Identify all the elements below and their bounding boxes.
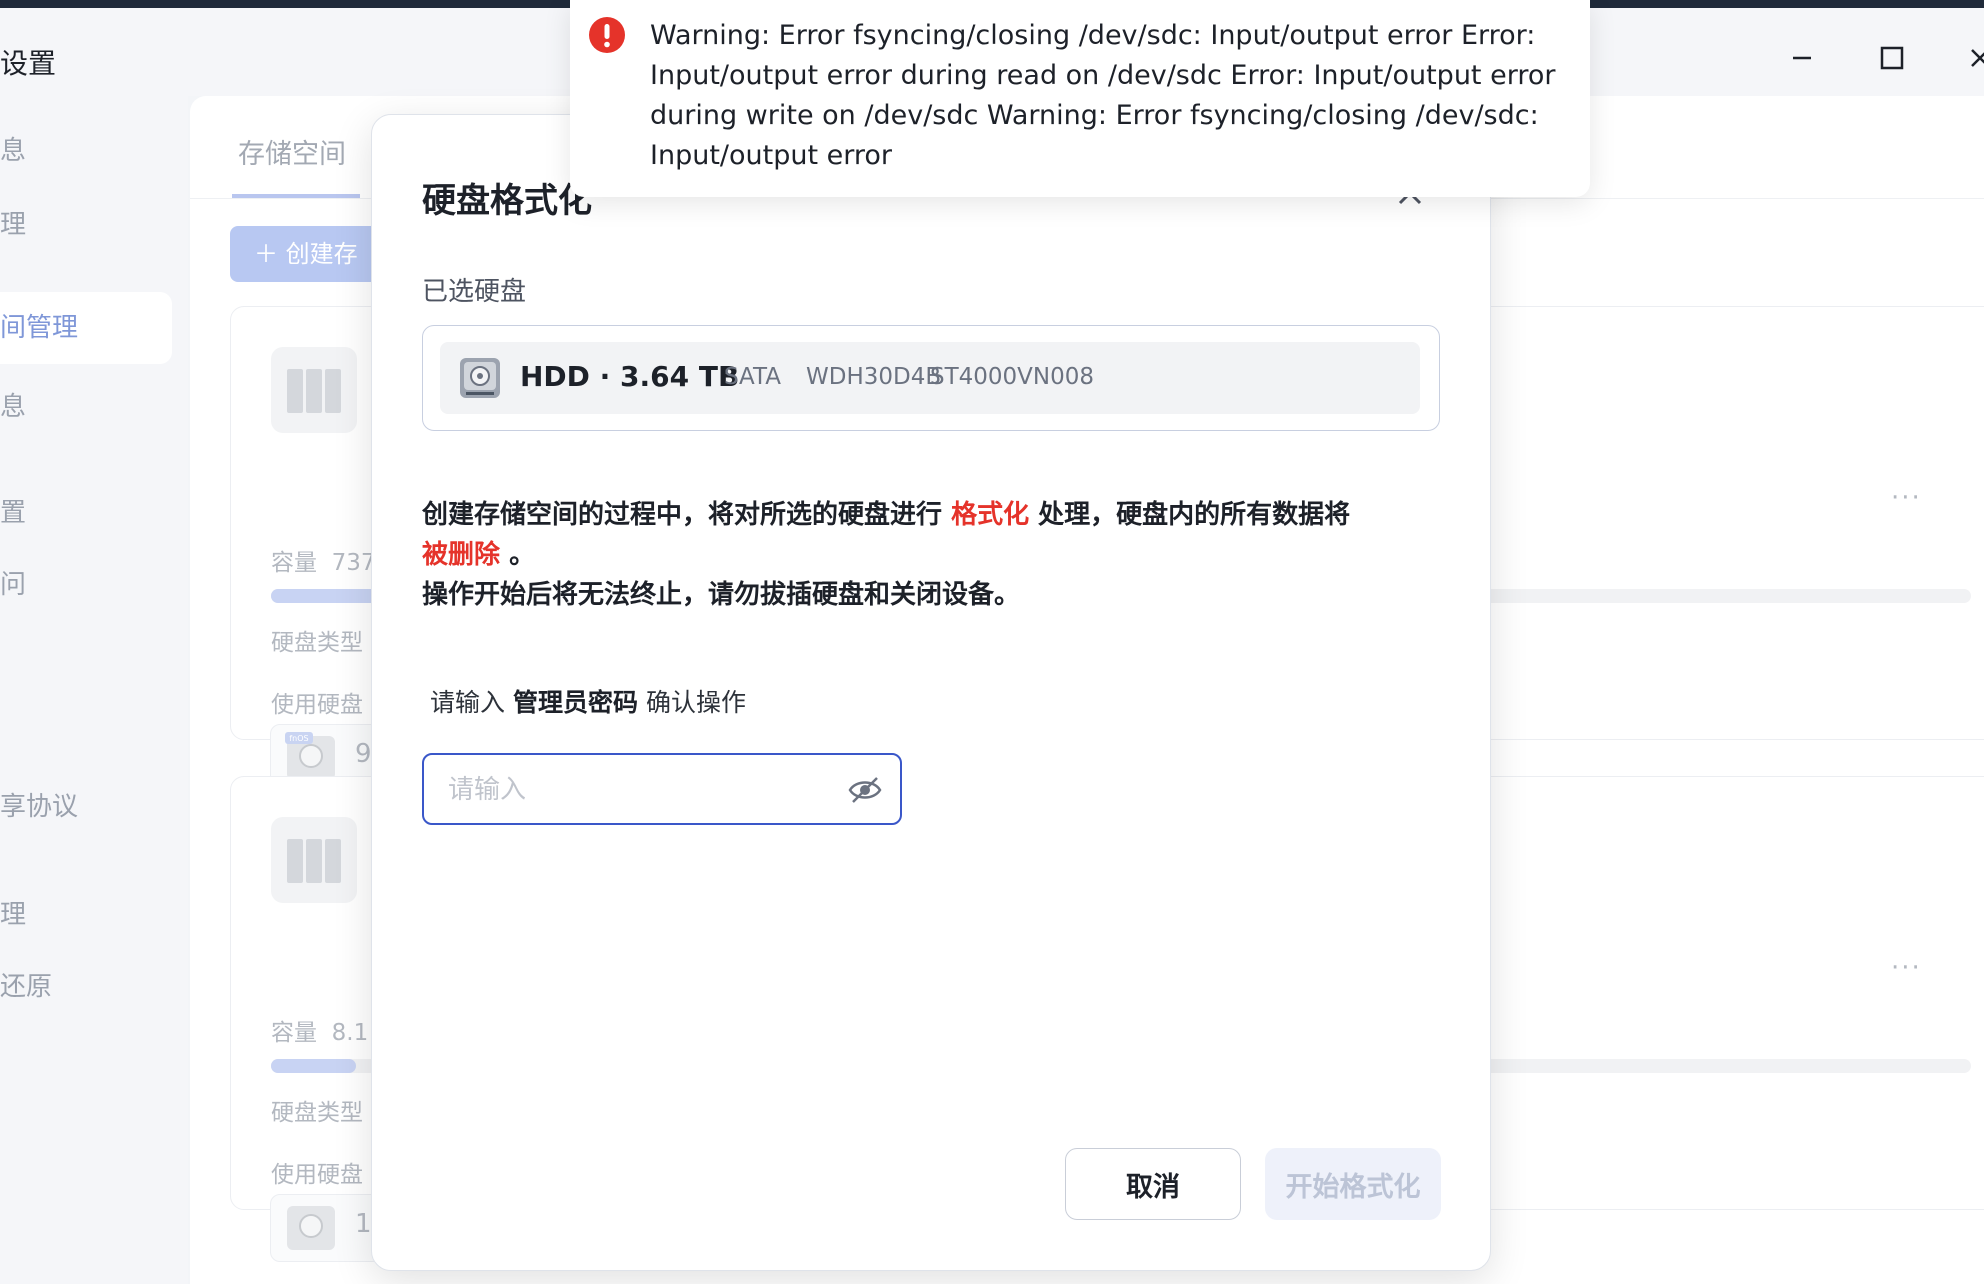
maximize-icon (1880, 46, 1904, 70)
capacity-bar-fill (271, 1059, 356, 1073)
sidebar-item-manage-2[interactable]: 理 (0, 894, 26, 931)
minimize-button[interactable] (1782, 38, 1822, 78)
selected-disk-box: HDD · 3.64 TB SATA WDH30D4B ST4000VN008 (422, 325, 1440, 431)
tab-storage-space[interactable]: 存储空间 (238, 132, 346, 171)
sidebar-item-info-2[interactable]: 息 (0, 386, 26, 423)
minimize-icon (1793, 56, 1811, 60)
used-disk-label: 使用硬盘 (271, 692, 363, 718)
password-input[interactable] (446, 767, 830, 813)
disk-type-label: 硬盘类型 (271, 630, 363, 656)
close-icon (1971, 49, 1984, 67)
disk-type-label: 硬盘类型 (271, 1100, 363, 1126)
plus-icon: ＋ (254, 240, 286, 268)
error-toast: Warning: Error fsyncing/closing /dev/sdc… (570, 0, 1590, 197)
storage-pool-icon (271, 817, 357, 903)
disk-interface: SATA (724, 364, 781, 390)
more-options-button[interactable]: ··· (1891, 953, 1922, 983)
capacity-label: 容量 8.1 (271, 1020, 369, 1046)
window-title: 设置 (0, 47, 57, 80)
sidebar-item-access[interactable]: 问 (0, 564, 26, 601)
selected-disk-label: 已选硬盘 (422, 277, 527, 307)
delete-highlight: 被删除 (422, 540, 501, 570)
maximize-button[interactable] (1872, 38, 1912, 78)
used-disk-chip[interactable]: 1 (270, 1194, 382, 1262)
sidebar-item-settings[interactable]: 置 (0, 492, 26, 529)
sidebar-item-info[interactable]: 息 (0, 130, 26, 167)
dialog-title: 硬盘格式化 (422, 181, 592, 221)
used-disk-count: 1 (355, 1209, 372, 1239)
start-format-button[interactable]: 开始格式化 (1265, 1148, 1441, 1220)
close-window-button[interactable] (1960, 38, 1984, 78)
create-storage-label: 创建存 (285, 240, 358, 268)
format-warning-text: 创建存储空间的过程中，将对所选的硬盘进行 格式化 处理，硬盘内的所有数据将 被删除… (422, 500, 1351, 610)
sidebar-item-share-protocol[interactable]: 享协议 (0, 786, 78, 823)
disk-serial: WDH30D4B (806, 364, 942, 390)
format-highlight: 格式化 (951, 500, 1030, 530)
eye-off-icon[interactable] (848, 775, 882, 805)
password-prompt: 请输入 管理员密码 确认操作 (430, 688, 746, 717)
disk-model: ST4000VN008 (930, 364, 1095, 390)
used-disk-count: 9 (355, 739, 372, 769)
selected-disk-row: HDD · 3.64 TB SATA WDH30D4B ST4000VN008 (440, 342, 1420, 414)
sidebar-item-manage[interactable]: 理 (0, 204, 26, 241)
storage-pool-icon (271, 347, 357, 433)
more-options-button[interactable]: ··· (1891, 483, 1922, 513)
sidebar-item-storage-manage[interactable]: 间管理 (0, 292, 172, 364)
cancel-button[interactable]: 取消 (1065, 1148, 1241, 1220)
hdd-icon (460, 358, 500, 398)
error-toast-message: Warning: Error fsyncing/closing /dev/sdc… (650, 20, 1556, 171)
password-field[interactable] (422, 753, 902, 825)
sidebar-item-restore[interactable]: 还原 (0, 966, 52, 1003)
error-icon (589, 17, 625, 53)
sidebar: 息 理 间管理 息 置 问 享协议 理 还原 (0, 96, 188, 1284)
password-prompt-emphasis: 管理员密码 (512, 688, 638, 717)
capacity-label: 容量 737 (271, 550, 376, 576)
used-disk-label: 使用硬盘 (271, 1162, 363, 1188)
hdd-icon (287, 1206, 335, 1250)
format-disk-dialog: 硬盘格式化 已选硬盘 HDD · 3.64 TB SATA WDH30D4B S… (371, 114, 1491, 1271)
disk-name: HDD · 3.64 TB (520, 360, 740, 393)
fnos-badge: fnOS (289, 734, 308, 743)
warning-line-2: 操作开始后将无法终止，请勿拔插硬盘和关闭设备。 (422, 580, 1021, 610)
